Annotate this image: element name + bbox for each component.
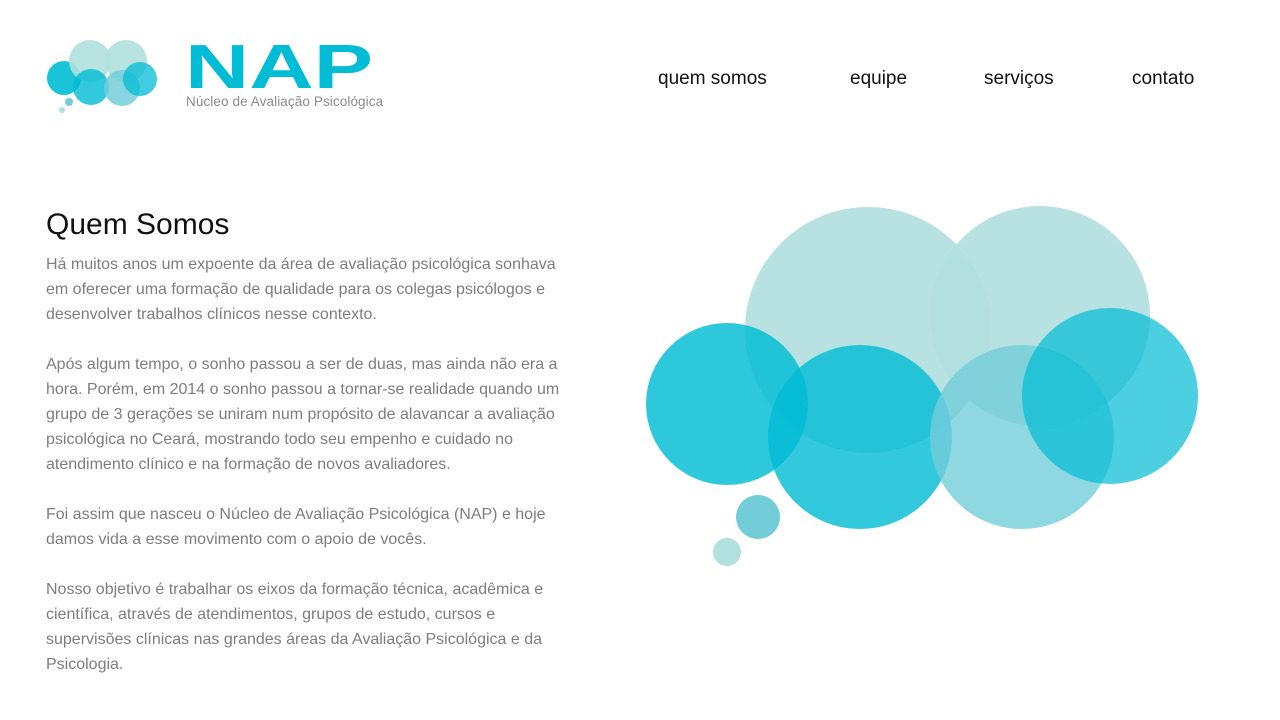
page-title: Quem Somos <box>46 208 230 241</box>
main-nav: quem somos equipe serviços contato <box>0 68 1280 94</box>
thought-bubble-illustration <box>646 206 1198 566</box>
paragraph: Foi assim que nasceu o Núcleo de Avaliaç… <box>46 506 546 548</box>
nav-item-servicos[interactable]: serviços <box>984 68 1054 90</box>
paragraph: Após algum tempo, o sonho passou a ser d… <box>46 356 560 473</box>
nav-item-quem-somos[interactable]: quem somos <box>658 68 767 90</box>
bubble-circle <box>768 345 952 529</box>
brand-tagline: Núcleo de Avaliação Psicológica <box>186 94 384 109</box>
small-bubble <box>713 538 741 566</box>
paragraph: Nosso objetivo é trabalhar os eixos da f… <box>46 581 544 673</box>
nav-item-contato[interactable]: contato <box>1132 68 1194 90</box>
nav-item-equipe[interactable]: equipe <box>850 68 907 90</box>
paragraph: Há muitos anos um expoente da área de av… <box>46 256 556 323</box>
small-bubble <box>736 495 780 539</box>
about-section: Quem Somos Há muitos anos um expoente da… <box>46 206 576 702</box>
bubble-circle <box>1022 308 1198 484</box>
page: NAP Núcleo de Avaliação Psicológica quem… <box>0 0 1280 720</box>
